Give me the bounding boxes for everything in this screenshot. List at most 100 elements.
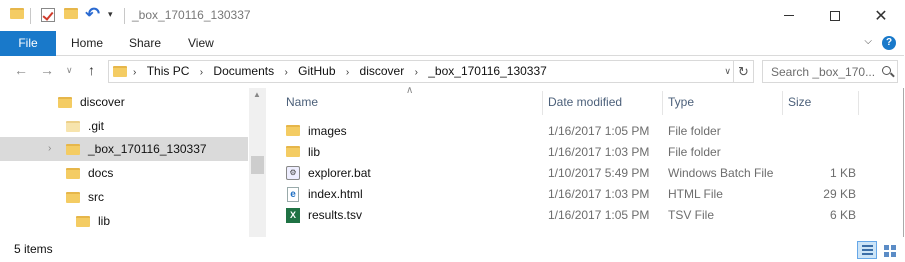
- minimize-icon: [784, 15, 794, 16]
- maximize-button[interactable]: [812, 0, 858, 31]
- tab-view[interactable]: View: [188, 31, 214, 56]
- qat-dropdown-icon[interactable]: ▾: [108, 9, 113, 20]
- tree-label: discover: [80, 95, 125, 109]
- scroll-up-icon[interactable]: ▲: [253, 90, 261, 99]
- navigation-pane: discover .git › _box_170116_130337 docs …: [0, 88, 265, 237]
- tree-label: .git: [88, 119, 105, 133]
- column-header-size[interactable]: Size: [788, 95, 811, 109]
- large-icons-view-button[interactable]: [880, 241, 900, 259]
- chevron-right-icon[interactable]: ›: [48, 143, 51, 154]
- tab-share[interactable]: Share: [129, 31, 161, 56]
- crumb-github[interactable]: GitHub: [298, 61, 335, 82]
- file-row[interactable]: lib 1/16/2017 1:03 PM File folder: [282, 142, 857, 163]
- window-title: _box_170116_130337: [132, 8, 251, 22]
- scrollbar-thumb[interactable]: [251, 156, 264, 174]
- column-divider[interactable]: [542, 91, 543, 115]
- file-name: explorer.bat: [308, 166, 371, 180]
- folder-icon: [76, 216, 90, 228]
- file-list: ∧ Name Date modified Type Size images 1/…: [266, 85, 904, 237]
- search-icon[interactable]: [882, 66, 891, 75]
- sort-ascending-icon: ∧: [406, 85, 414, 96]
- details-view-button[interactable]: [857, 241, 877, 259]
- tree-label: src: [88, 190, 104, 204]
- file-name: lib: [308, 145, 321, 159]
- tree-label: docs: [88, 166, 114, 180]
- column-divider[interactable]: [662, 91, 663, 115]
- column-header-date[interactable]: Date modified: [548, 95, 622, 109]
- file-size: 29 KB: [823, 187, 856, 201]
- refresh-icon[interactable]: ↻: [733, 61, 753, 82]
- file-row[interactable]: ⚙ explorer.bat 1/10/2017 5:49 PM Windows…: [282, 163, 857, 184]
- properties-icon[interactable]: [41, 8, 55, 22]
- file-date: 1/10/2017 5:49 PM: [548, 166, 650, 180]
- address-dropdown-icon[interactable]: ∨: [724, 66, 731, 77]
- file-type: File folder: [668, 145, 721, 159]
- qat-divider: [30, 8, 31, 24]
- close-button[interactable]: ✕: [858, 0, 904, 31]
- help-icon[interactable]: ?: [882, 36, 896, 50]
- status-bar: 5 items: [0, 237, 904, 262]
- file-type: HTML File: [668, 187, 723, 201]
- folder-icon: [58, 97, 72, 109]
- maximize-icon: [830, 10, 840, 21]
- tree-item-box[interactable]: _box_170116_130337: [66, 138, 207, 160]
- chevron-right-icon[interactable]: ›: [415, 62, 418, 83]
- expand-ribbon-icon[interactable]: ⌵: [864, 36, 872, 47]
- file-row[interactable]: images 1/16/2017 1:05 PM File folder: [282, 121, 857, 142]
- excel-file-icon: X: [286, 208, 300, 223]
- file-row[interactable]: e index.html 1/16/2017 1:03 PM HTML File…: [282, 184, 857, 205]
- breadcrumb: › This PC › Documents › GitHub › discove…: [133, 61, 547, 82]
- chevron-right-icon[interactable]: ›: [200, 62, 203, 83]
- column-divider[interactable]: [858, 91, 859, 115]
- chevron-right-icon[interactable]: ›: [133, 62, 136, 83]
- file-name: index.html: [308, 187, 363, 201]
- file-type: File folder: [668, 124, 721, 138]
- recent-locations-icon[interactable]: ∨: [66, 65, 73, 76]
- crumb-documents[interactable]: Documents: [213, 61, 274, 82]
- file-type: Windows Batch File: [668, 166, 774, 180]
- forward-arrow-icon[interactable]: →: [40, 62, 54, 78]
- chevron-right-icon[interactable]: ›: [284, 62, 287, 83]
- tree-item-discover[interactable]: discover: [58, 91, 125, 113]
- folder-icon: [66, 192, 80, 204]
- file-date: 1/16/2017 1:03 PM: [548, 187, 650, 201]
- file-name: images: [308, 124, 347, 138]
- tree-item-lib[interactable]: lib: [76, 210, 110, 232]
- item-count: 5 items: [14, 242, 53, 256]
- title-bar: ↶ ▾ _box_170116_130337 ✕: [0, 0, 904, 31]
- search-input[interactable]: Search _box_170...: [762, 60, 898, 83]
- new-folder-icon[interactable]: [64, 8, 78, 19]
- crumb-current[interactable]: _box_170116_130337: [428, 61, 547, 82]
- html-file-icon: e: [287, 187, 299, 202]
- tree-item-git[interactable]: .git: [66, 115, 104, 137]
- tab-home[interactable]: Home: [71, 31, 103, 56]
- column-header-name[interactable]: Name: [286, 95, 318, 109]
- undo-icon[interactable]: ↶: [85, 5, 100, 23]
- tree-item-docs[interactable]: docs: [66, 162, 113, 184]
- file-size: 6 KB: [829, 208, 856, 222]
- back-arrow-icon[interactable]: ←: [14, 62, 28, 78]
- column-divider[interactable]: [782, 91, 783, 115]
- batch-file-icon: ⚙: [286, 166, 300, 180]
- file-type: TSV File: [668, 208, 715, 222]
- file-row[interactable]: X results.tsv 1/16/2017 1:05 PM TSV File…: [282, 205, 857, 226]
- crumb-this-pc[interactable]: This PC: [147, 61, 190, 82]
- up-arrow-icon[interactable]: ↑: [88, 62, 95, 78]
- file-date: 1/16/2017 1:05 PM: [548, 208, 650, 222]
- minimize-button[interactable]: [766, 0, 812, 31]
- tab-file[interactable]: File: [0, 31, 56, 56]
- file-date: 1/16/2017 1:05 PM: [548, 124, 650, 138]
- folder-icon: [286, 125, 300, 136]
- tree-item-src[interactable]: src: [66, 186, 104, 208]
- column-header-type[interactable]: Type: [668, 95, 694, 109]
- file-size: 1 KB: [829, 166, 856, 180]
- crumb-discover[interactable]: discover: [360, 61, 405, 82]
- chevron-right-icon[interactable]: ›: [346, 62, 349, 83]
- folder-icon: [286, 146, 300, 157]
- folder-icon: [66, 168, 80, 180]
- address-bar[interactable]: › This PC › Documents › GitHub › discove…: [108, 60, 754, 83]
- folder-icon: [66, 121, 80, 133]
- tree-label: lib: [98, 214, 111, 228]
- nav-pane-scrollbar[interactable]: ▲: [249, 88, 266, 237]
- explorer-window: ↶ ▾ _box_170116_130337 ✕ File Home Share…: [0, 0, 904, 262]
